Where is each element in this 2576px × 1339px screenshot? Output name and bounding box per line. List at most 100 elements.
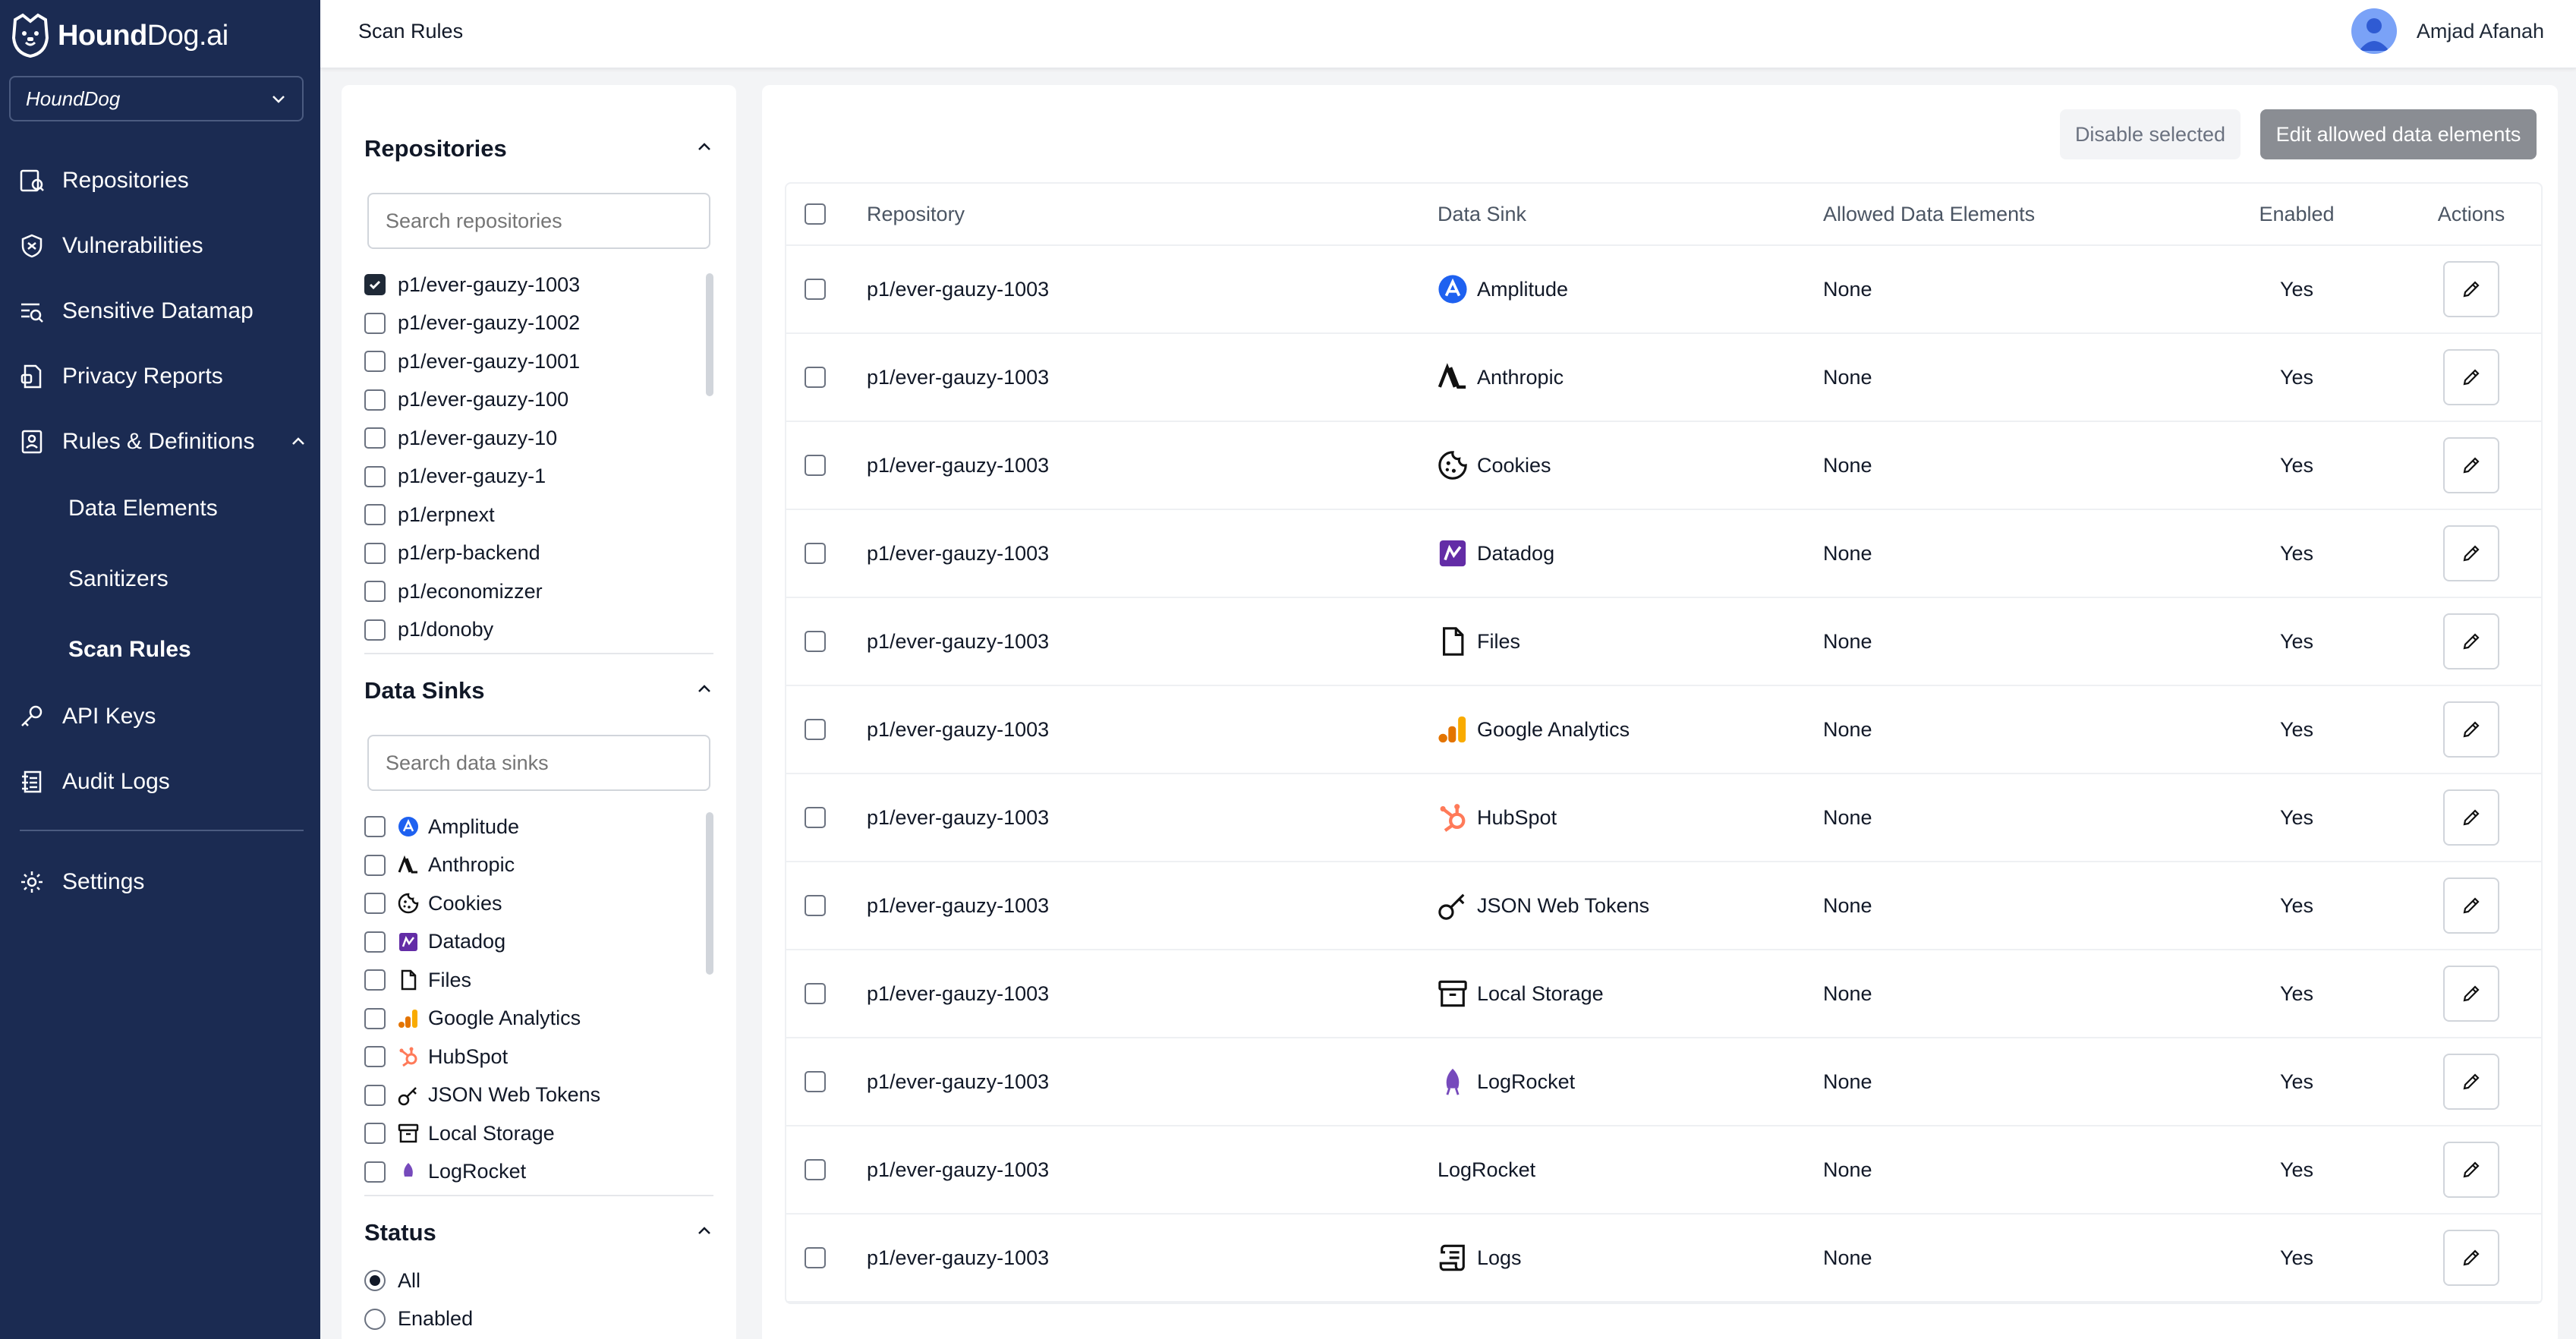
edit-rule-button[interactable] xyxy=(2443,1054,2499,1110)
edit-rule-button[interactable] xyxy=(2443,525,2499,581)
repository-option[interactable]: p1/economizzer xyxy=(364,572,698,611)
row-checkbox[interactable] xyxy=(805,895,826,916)
edit-rule-button[interactable] xyxy=(2443,261,2499,317)
nav-repositories[interactable]: Repositories xyxy=(17,158,189,203)
repository-option[interactable]: p1/ever-gauzy-1002 xyxy=(364,304,698,343)
checkbox[interactable] xyxy=(364,465,386,487)
edit-rule-button[interactable] xyxy=(2443,966,2499,1022)
nav-settings[interactable]: Settings xyxy=(17,859,144,905)
nav-sensitive-datamap[interactable]: Sensitive Datamap xyxy=(17,288,254,334)
header-repository[interactable]: Repository xyxy=(867,184,965,244)
checkbox[interactable] xyxy=(364,1161,386,1183)
data-sink-option[interactable]: Files xyxy=(364,961,698,1000)
row-checkbox[interactable] xyxy=(805,1071,826,1092)
repository-option[interactable]: p1/ever-gauzy-100 xyxy=(364,381,698,420)
chevron-up-icon[interactable] xyxy=(695,138,713,156)
row-checkbox[interactable] xyxy=(805,983,826,1004)
user-menu[interactable]: Amjad Afanah xyxy=(2351,8,2544,55)
data-sink-option[interactable]: Datadog xyxy=(364,923,698,962)
radio-button[interactable] xyxy=(364,1308,386,1330)
nav-data-elements[interactable]: Data Elements xyxy=(68,490,218,528)
checkbox[interactable] xyxy=(364,1007,386,1029)
row-checkbox[interactable] xyxy=(805,719,826,740)
checkbox[interactable] xyxy=(364,1084,386,1106)
data-sink-option[interactable]: Anthropic xyxy=(364,846,698,885)
data-sink-option[interactable]: JSON Web Tokens xyxy=(364,1076,698,1115)
repository-option[interactable]: p1/donoby xyxy=(364,611,698,650)
nav-privacy-reports[interactable]: Privacy Reports xyxy=(17,354,223,399)
checkbox[interactable] xyxy=(364,274,386,296)
org-select[interactable]: HoundDog xyxy=(9,76,304,121)
edit-rule-button[interactable] xyxy=(2443,1230,2499,1286)
data-sink-option[interactable]: Amplitude xyxy=(364,808,698,846)
nav-rules-definitions[interactable]: Rules & Definitions xyxy=(17,419,307,465)
sidebar: HoundDog.ai HoundDog Repositories Vulner… xyxy=(0,0,320,1339)
row-checkbox[interactable] xyxy=(805,1159,826,1180)
edit-rule-button[interactable] xyxy=(2443,1142,2499,1198)
data-sink-option[interactable]: Cookies xyxy=(364,884,698,923)
checkbox[interactable] xyxy=(364,542,386,564)
data-sink-name: Cookies xyxy=(1477,453,1551,477)
disable-selected-button[interactable]: Disable selected xyxy=(2060,109,2241,159)
data-sink-option[interactable]: Google Analytics xyxy=(364,1000,698,1038)
checkbox[interactable] xyxy=(364,893,386,915)
enabled-cell: Yes xyxy=(2228,598,2365,685)
row-checkbox[interactable] xyxy=(805,1247,826,1268)
checkbox[interactable] xyxy=(364,816,386,838)
edit-allowed-data-elements-button[interactable]: Edit allowed data elements xyxy=(2260,109,2537,159)
edit-rule-button[interactable] xyxy=(2443,789,2499,846)
edit-rule-button[interactable] xyxy=(2443,701,2499,758)
row-checkbox[interactable] xyxy=(805,367,826,388)
repository-option[interactable]: p1/erpnext xyxy=(364,496,698,534)
brand[interactable]: HoundDog.ai xyxy=(9,12,228,59)
checkbox[interactable] xyxy=(364,619,386,641)
edit-rule-button[interactable] xyxy=(2443,877,2499,934)
nav-scan-rules[interactable]: Scan Rules xyxy=(68,631,191,669)
checkbox[interactable] xyxy=(364,389,386,411)
nav-sanitizers[interactable]: Sanitizers xyxy=(68,560,168,598)
repositories-scrollbar[interactable] xyxy=(706,273,713,396)
repository-option[interactable]: p1/ever-gauzy-1001 xyxy=(364,342,698,381)
chevron-up-icon[interactable] xyxy=(695,1222,713,1240)
checkbox[interactable] xyxy=(364,1046,386,1068)
edit-rule-button[interactable] xyxy=(2443,437,2499,493)
data-sink-option[interactable]: HubSpot xyxy=(364,1038,698,1076)
chevron-up-icon[interactable] xyxy=(695,680,713,698)
checkbox[interactable] xyxy=(364,854,386,876)
row-checkbox[interactable] xyxy=(805,455,826,476)
checkbox[interactable] xyxy=(364,581,386,603)
header-enabled[interactable]: Enabled xyxy=(2228,184,2365,244)
repository-option[interactable]: p1/ever-gauzy-1003 xyxy=(364,266,698,304)
search-repositories-input[interactable] xyxy=(367,193,710,249)
checkbox[interactable] xyxy=(364,1123,386,1145)
nav-audit-logs[interactable]: Audit Logs xyxy=(17,759,170,805)
row-checkbox[interactable] xyxy=(805,279,826,300)
search-data-sinks-input[interactable] xyxy=(367,735,710,791)
data-sink-option[interactable]: Local Storage xyxy=(364,1114,698,1153)
status-option-enabled[interactable]: Enabled xyxy=(364,1300,698,1339)
header-allowed-data-elements[interactable]: Allowed Data Elements xyxy=(1823,184,2035,244)
checkbox[interactable] xyxy=(364,504,386,526)
row-checkbox[interactable] xyxy=(805,631,826,652)
nav-vulnerabilities[interactable]: Vulnerabilities xyxy=(17,223,203,269)
row-checkbox[interactable] xyxy=(805,807,826,828)
checkbox[interactable] xyxy=(364,931,386,953)
data-sinks-scrollbar[interactable] xyxy=(706,812,713,975)
radio-button[interactable] xyxy=(364,1270,386,1292)
checkbox[interactable] xyxy=(364,969,386,991)
repository-option[interactable]: p1/ever-gauzy-1 xyxy=(364,458,698,496)
repository-option[interactable]: p1/ever-gauzy-10 xyxy=(364,419,698,458)
nav-api-keys[interactable]: API Keys xyxy=(17,694,156,739)
select-all-checkbox[interactable] xyxy=(805,203,826,225)
status-option-all[interactable]: All xyxy=(364,1262,698,1300)
checkbox[interactable] xyxy=(364,312,386,334)
enabled-cell: Yes xyxy=(2228,1126,2365,1213)
edit-rule-button[interactable] xyxy=(2443,613,2499,670)
data-sink-option[interactable]: LogRocket xyxy=(364,1153,698,1192)
checkbox[interactable] xyxy=(364,351,386,373)
header-data-sink[interactable]: Data Sink xyxy=(1438,184,1526,244)
repository-option[interactable]: p1/erp-backend xyxy=(364,534,698,573)
edit-rule-button[interactable] xyxy=(2443,349,2499,405)
checkbox[interactable] xyxy=(364,427,386,449)
row-checkbox[interactable] xyxy=(805,543,826,564)
